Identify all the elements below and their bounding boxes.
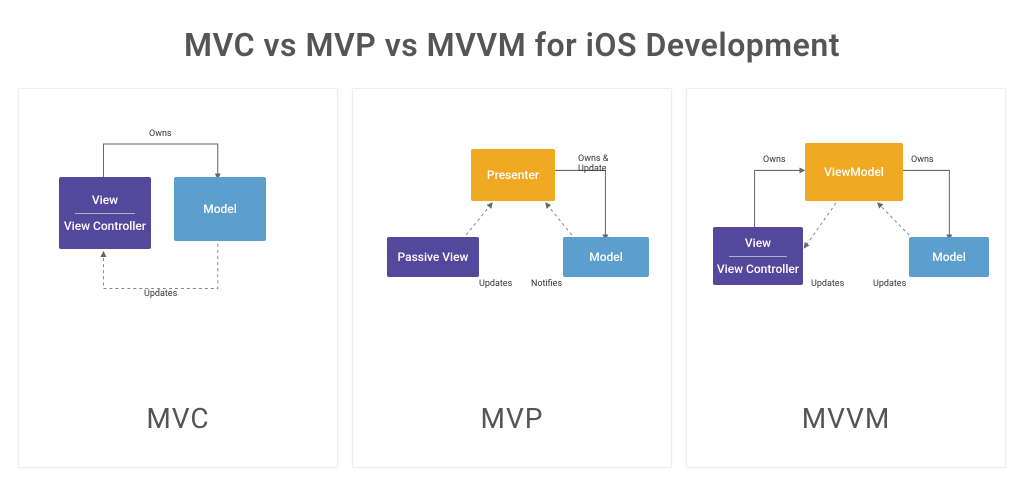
label-ownsR: Owns: [911, 155, 934, 165]
mvvm-view-box: View View Controller: [713, 227, 803, 285]
panel-label-mvp: MVP: [353, 374, 671, 467]
mvvm-model-box: Model: [909, 237, 989, 277]
mvc-model-box: Model: [174, 177, 266, 241]
panel-mvvm: Owns Owns Updates Updates ViewModel View…: [686, 88, 1006, 468]
label-updates2: Updates: [479, 279, 512, 289]
mvvm-viewmodel-label: ViewModel: [824, 164, 884, 180]
label-ownsupdate: Owns & Update: [578, 155, 622, 175]
label-ownsL: Owns: [763, 155, 786, 165]
panel-mvp: Owns & Update Updates Notifies Presenter…: [352, 88, 672, 468]
diagram-mvp: Owns & Update Updates Notifies Presenter…: [353, 89, 671, 374]
page-title: MVC vs MVP vs MVVM for iOS Development: [184, 26, 840, 64]
mvp-presenter-label: Presenter: [487, 167, 539, 183]
diagram-mvvm: Owns Owns Updates Updates ViewModel View…: [687, 89, 1005, 374]
label-notifies: Notifies: [531, 279, 562, 289]
mvvm-model-label: Model: [932, 249, 966, 265]
mvvm-viewmodel-box: ViewModel: [805, 143, 903, 201]
panel-label-mvvm: MVVM: [687, 374, 1005, 467]
mvp-model-box: Model: [563, 237, 649, 277]
mvvm-viewcontroller-label: View Controller: [717, 261, 799, 277]
label-updR: Updates: [873, 279, 906, 289]
arrows-mvp: [353, 89, 671, 374]
mvc-view-label: View: [92, 192, 118, 208]
panel-mvc: Owns Updates View View Controller Model …: [18, 88, 338, 468]
diagram-mvc: Owns Updates View View Controller Model: [19, 89, 337, 374]
label-updates: Updates: [144, 289, 177, 299]
mvp-passiveview-label: Passive View: [398, 249, 469, 265]
mvc-view-box: View View Controller: [59, 177, 151, 249]
mvc-model-label: Model: [203, 201, 237, 217]
mvvm-view-label: View: [745, 235, 771, 251]
panels-row: Owns Updates View View Controller Model …: [0, 88, 1024, 468]
panel-label-mvc: MVC: [19, 374, 337, 467]
mvc-viewcontroller-label: View Controller: [64, 218, 146, 234]
label-updL: Updates: [811, 279, 844, 289]
mvp-passiveview-box: Passive View: [387, 237, 479, 277]
mvp-model-label: Model: [589, 249, 623, 265]
mvp-presenter-box: Presenter: [471, 149, 555, 201]
label-owns: Owns: [149, 129, 172, 139]
